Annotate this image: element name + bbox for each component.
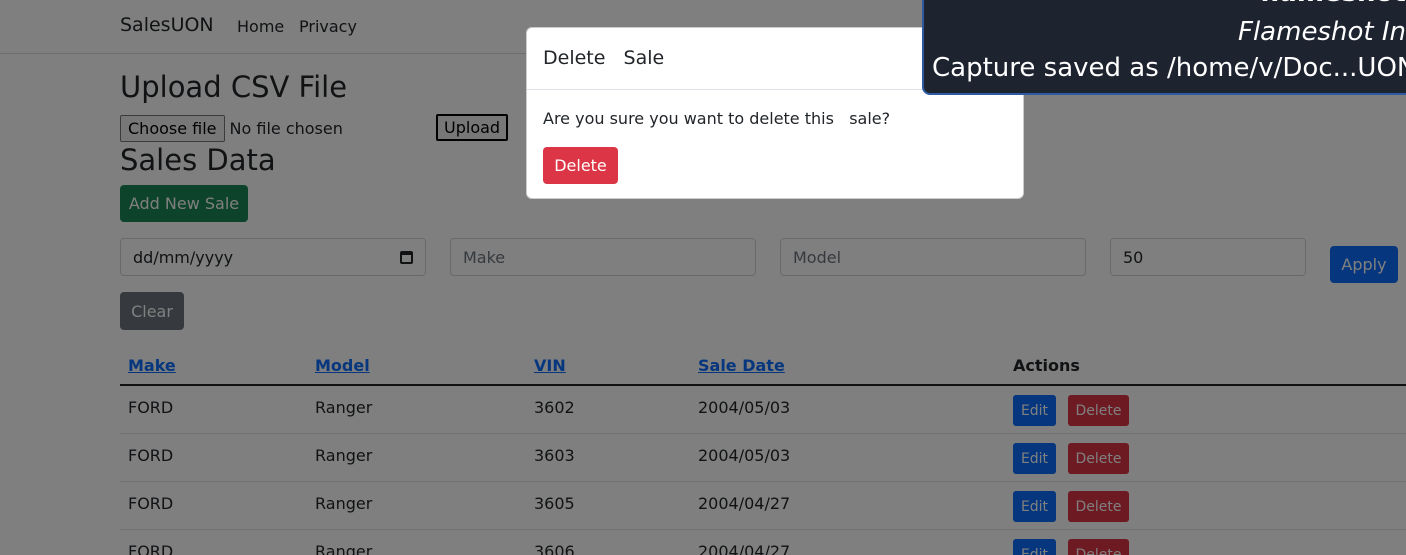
flameshot-notification[interactable]: flameshot Flameshot Info Capture saved a… <box>922 0 1406 95</box>
modal-title: Delete Sale <box>543 47 665 69</box>
confirm-delete-button[interactable]: Delete <box>543 147 618 184</box>
page: SalesUON Home Privacy Upload CSV File Ch… <box>0 0 1406 555</box>
notification-title: flameshot <box>1260 0 1406 8</box>
notification-subtitle: Flameshot Info <box>1238 17 1406 47</box>
modal-message: Are you sure you want to delete this sal… <box>543 109 891 128</box>
notification-message: Capture saved as /home/v/Doc...UONC <box>932 53 1406 83</box>
